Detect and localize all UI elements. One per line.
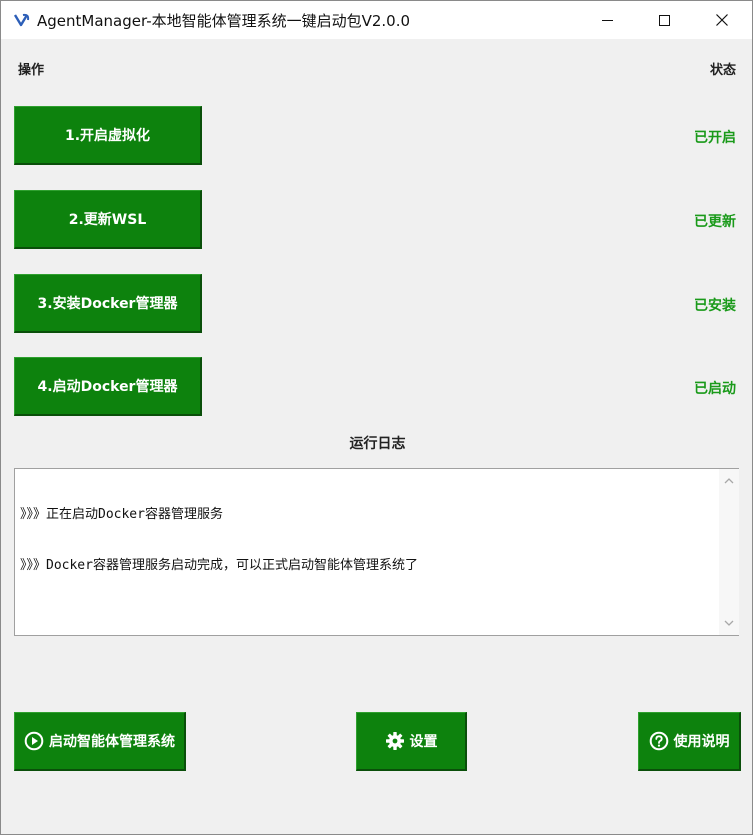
scroll-up-icon[interactable] xyxy=(719,471,739,491)
title-bar[interactable]: AgentManager-本地智能体管理系统一键启动包V2.0.0 xyxy=(1,1,752,39)
log-textarea[interactable]: 》》》正在启动Docker容器管理服务 》》》Docker容器管理服务启动完成，… xyxy=(14,468,739,636)
settings-label: 设置 xyxy=(409,734,438,750)
settings-button[interactable]: 设置 xyxy=(356,712,467,771)
play-circle-icon xyxy=(24,731,44,751)
log-line: 》》》正在启动Docker容器管理服务 xyxy=(20,507,223,522)
log-lines: 》》》正在启动Docker容器管理服务 》》》Docker容器管理服务启动完成，… xyxy=(20,472,715,608)
scroll-down-icon[interactable] xyxy=(719,613,739,633)
wsl-status: 已更新 xyxy=(694,214,736,230)
status-heading: 状态 xyxy=(709,63,736,78)
close-button[interactable] xyxy=(693,1,751,39)
maximize-button[interactable] xyxy=(635,1,693,39)
log-scrollbar[interactable] xyxy=(719,469,739,635)
start-docker-button[interactable]: 4.启动Docker管理器 xyxy=(14,357,202,416)
maximize-icon xyxy=(658,14,670,26)
launch-label: 启动智能体管理系统 xyxy=(49,734,175,750)
close-icon xyxy=(716,14,728,26)
log-title: 运行日志 xyxy=(349,436,406,452)
enable-virtualization-button[interactable]: 1.开启虚拟化 xyxy=(14,106,202,165)
window-title: AgentManager-本地智能体管理系统一键启动包V2.0.0 xyxy=(37,12,411,30)
help-label: 使用说明 xyxy=(673,734,730,750)
install-docker-button[interactable]: 3.安装Docker管理器 xyxy=(14,274,202,333)
minimize-button[interactable] xyxy=(578,1,636,39)
gear-icon xyxy=(385,732,404,750)
update-wsl-button[interactable]: 2.更新WSL xyxy=(14,190,202,249)
help-button[interactable]: 使用说明 xyxy=(638,712,741,771)
question-circle-icon xyxy=(649,731,668,751)
docker-install-status: 已安装 xyxy=(694,298,736,314)
launch-agent-system-button[interactable]: 启动智能体管理系统 xyxy=(14,712,186,771)
virtualization-status: 已开启 xyxy=(694,130,736,146)
operations-heading: 操作 xyxy=(18,63,45,78)
minimize-icon xyxy=(601,19,613,21)
app-logo-icon xyxy=(13,13,30,27)
docker-start-status: 已启动 xyxy=(694,381,736,397)
log-line: 》》》Docker容器管理服务启动完成，可以正式启动智能体管理系统了 xyxy=(20,558,418,573)
app-window: AgentManager-本地智能体管理系统一键启动包V2.0.0 操作 状态 … xyxy=(0,0,753,835)
